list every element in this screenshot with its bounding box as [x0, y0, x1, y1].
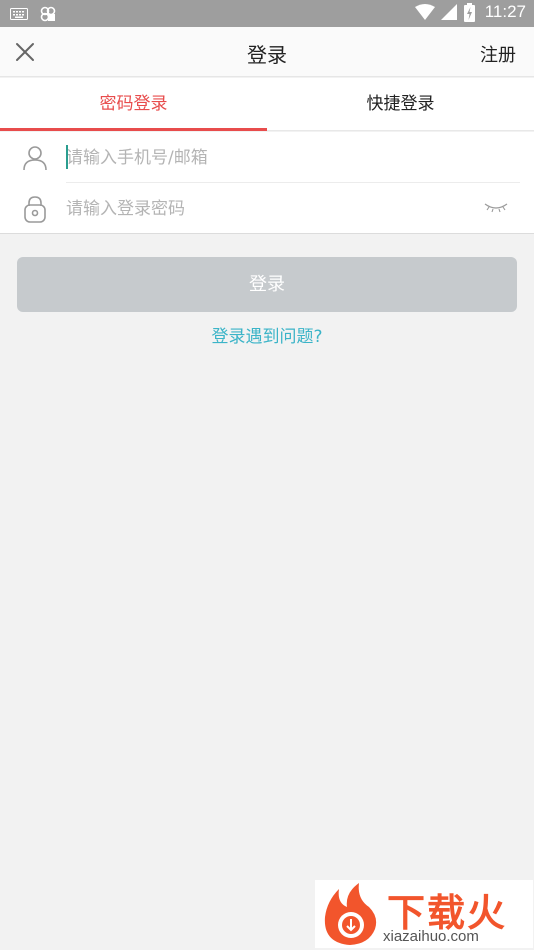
page-title: 登录	[247, 43, 287, 67]
keyboard-icon	[10, 8, 28, 20]
login-button[interactable]: 登录	[17, 257, 517, 312]
user-icon	[23, 146, 47, 171]
status-right: 11:27	[414, 2, 526, 22]
lock-icon	[24, 196, 46, 223]
tab-password-login[interactable]: 密码登录	[0, 78, 267, 131]
signal-icon	[440, 3, 457, 20]
login-tabs: 密码登录 快捷登录	[0, 78, 534, 131]
password-row	[0, 183, 534, 234]
eye-closed-icon[interactable]	[484, 201, 508, 215]
account-input[interactable]	[66, 132, 466, 183]
watermark: 下载火 xiazaihuo.com	[315, 880, 533, 948]
status-bar: 11:27	[0, 0, 534, 27]
account-row	[0, 132, 534, 183]
flame-logo-icon	[324, 883, 377, 945]
login-form	[0, 132, 534, 234]
login-trouble-link[interactable]: 登录遇到问题?	[0, 322, 534, 347]
app-icon	[40, 6, 56, 22]
status-left	[10, 6, 56, 22]
watermark-url: xiazaihuo.com	[383, 928, 479, 945]
text-caret	[66, 145, 68, 169]
clock: 11:27	[484, 2, 526, 21]
tab-quick-login[interactable]: 快捷登录	[267, 78, 534, 130]
password-input[interactable]	[66, 183, 466, 234]
wifi-icon	[414, 3, 435, 20]
register-button[interactable]: 注册	[480, 41, 516, 67]
header: 登录 注册	[0, 27, 534, 77]
battery-icon	[463, 2, 475, 22]
